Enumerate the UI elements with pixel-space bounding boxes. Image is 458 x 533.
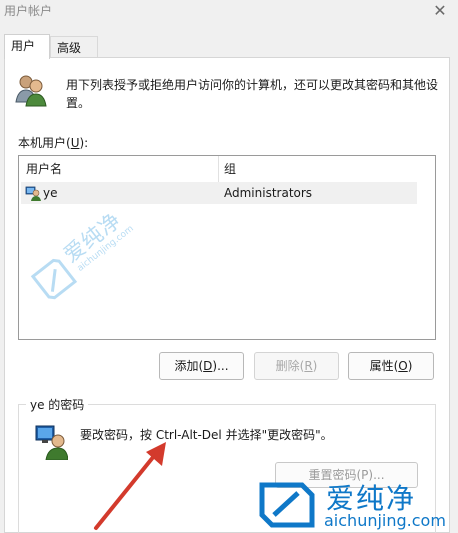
user-group: Administrators [224, 186, 313, 200]
column-header-username[interactable]: 用户名 [26, 156, 62, 182]
description-text: 用下列表授予或拒绝用户访问你的计算机，还可以更改其密码和其他设置。 [66, 78, 439, 110]
local-users-label: 本机用户(U): [18, 136, 89, 150]
properties-button[interactable]: 属性(O) [348, 352, 434, 380]
column-divider[interactable] [218, 156, 219, 182]
add-button[interactable]: 添加(D)... [159, 352, 244, 380]
tab-advanced[interactable]: 高级 [50, 36, 98, 59]
column-header-group[interactable]: 组 [224, 156, 236, 182]
password-user-icon [35, 425, 68, 460]
annotation-arrow-icon [94, 442, 166, 530]
brand-name-en: aichunjing.com [324, 511, 446, 530]
user-icon [25, 186, 41, 201]
window-title: 用户帐户 [4, 4, 53, 18]
brand-logo-icon [259, 482, 315, 528]
brand-watermark: 爱纯净 aichunjing.com [258, 475, 454, 533]
password-group-title: ye 的密码 [26, 396, 89, 413]
tab-users[interactable]: 用户 [4, 34, 50, 59]
users-icon [15, 75, 47, 107]
close-icon[interactable]: ✕ [430, 0, 450, 22]
user-name: ye [43, 186, 58, 200]
delete-button[interactable]: 删除(R) [254, 352, 339, 380]
title-bar: 用户帐户 ✕ [0, 0, 458, 26]
